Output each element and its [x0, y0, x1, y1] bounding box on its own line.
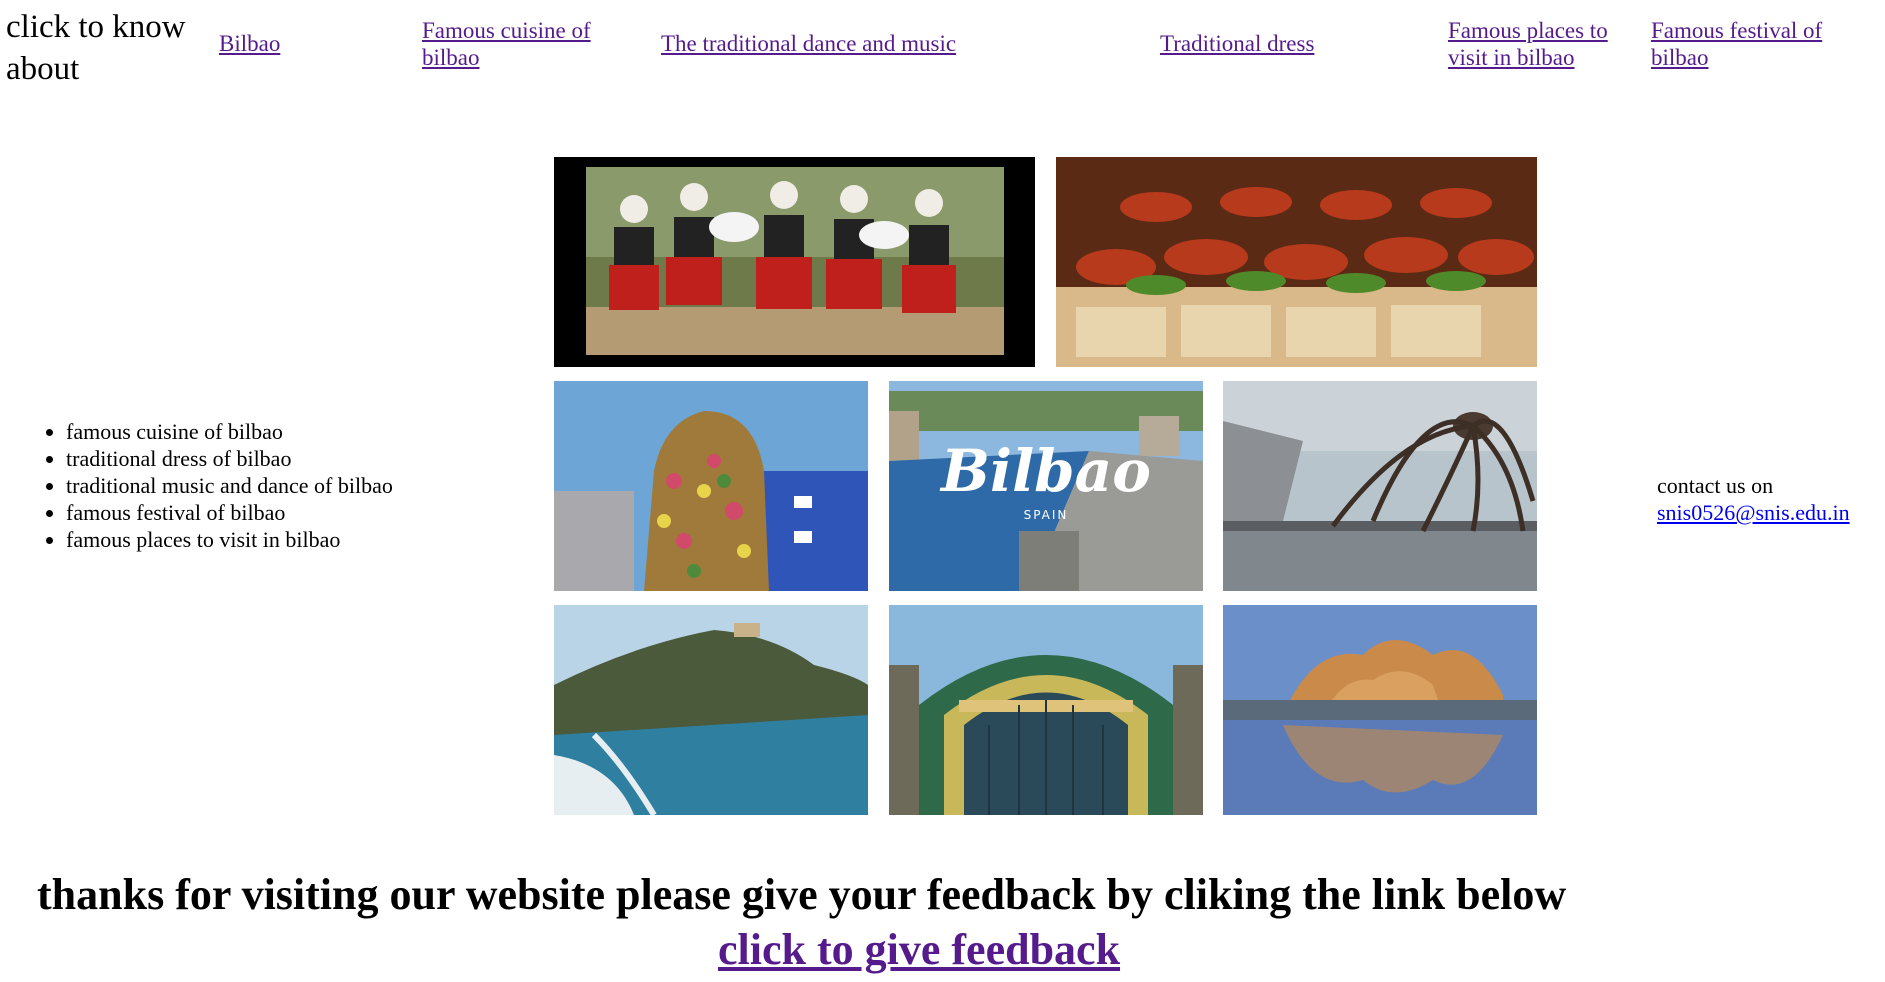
pintxos-photo [1056, 157, 1537, 367]
bilbao-logo-sub: SPAIN [1024, 508, 1069, 522]
nav-title: click to know about [6, 9, 186, 87]
list-item: traditional music and dance of bilbao [66, 472, 393, 499]
dancers-photo [554, 157, 1035, 367]
bilbao-river-photo: Bilbao SPAIN [889, 381, 1203, 591]
list-item: famous festival of bilbao [66, 499, 393, 526]
nav-link-dance-music[interactable]: The traditional dance and music [661, 30, 956, 57]
list-item: famous cuisine of bilbao [66, 418, 393, 445]
contact-text: contact us on [1657, 473, 1774, 498]
nav-link-places[interactable]: Famous places to visit in bilbao [1448, 17, 1633, 71]
list-item: famous places to visit in bilbao [66, 526, 393, 553]
nav-link-festival[interactable]: Famous festival of bilbao [1651, 17, 1851, 71]
contact-email-link[interactable]: snis0526@snis.edu.in [1657, 500, 1850, 525]
bilbao-logo-text: Bilbao [939, 437, 1151, 505]
list-item: traditional dress of bilbao [66, 445, 393, 472]
nav-link-bilbao[interactable]: Bilbao [219, 30, 280, 57]
abando-station-photo [889, 605, 1203, 815]
gaztelugatxe-photo [554, 605, 868, 815]
nav-link-dress[interactable]: Traditional dress [1160, 30, 1314, 57]
contact-block: contact us on snis0526@snis.edu.in [1657, 472, 1850, 526]
maman-spider-photo [1223, 381, 1537, 591]
topic-list: famous cuisine of bilbao traditional dre… [42, 418, 393, 553]
nav-link-cuisine[interactable]: Famous cuisine of bilbao [422, 17, 632, 71]
puppy-sculpture-photo [554, 381, 868, 591]
feedback-link[interactable]: click to give feedback [718, 924, 1120, 975]
thanks-heading: thanks for visiting our website please g… [37, 870, 1567, 919]
guggenheim-photo [1223, 605, 1537, 815]
